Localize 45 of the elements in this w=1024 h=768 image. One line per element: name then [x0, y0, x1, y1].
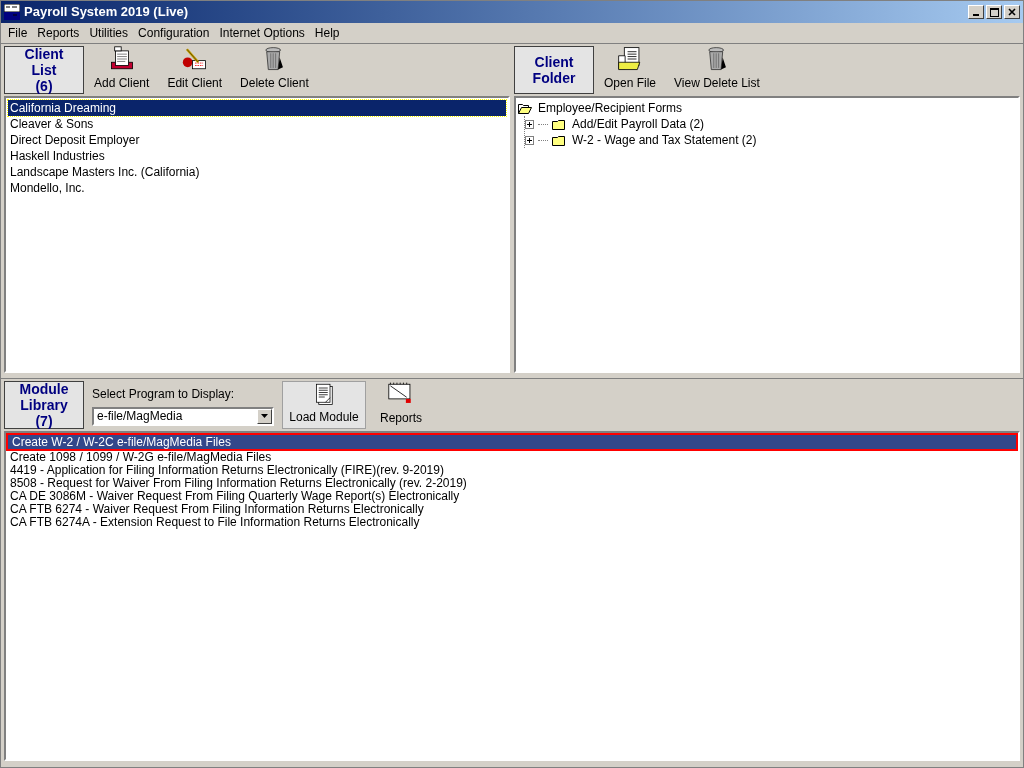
toolbar-button[interactable]: Reports — [368, 381, 434, 429]
minimize-button[interactable] — [968, 5, 984, 19]
menu-item[interactable]: Reports — [32, 24, 85, 42]
client-folder-title: Client Folder — [514, 46, 594, 94]
client-list-item[interactable]: Mondello, Inc. — [8, 180, 506, 196]
module-list-item[interactable]: CA DE 3086M - Waiver Request From Filing Quarterly Wage Report(s) Electronically — [6, 490, 1018, 503]
module-list-item[interactable]: CA FTB 6274A - Extension Request to File Information Returns Electronically — [6, 516, 1018, 529]
menu-item[interactable]: Configuration — [133, 24, 215, 42]
module-list-item[interactable]: 4419 - Application for Filing Information Returns Electronically (FIRE)(rev. 9-2019) — [6, 464, 1018, 477]
menu-item[interactable]: Utilities — [84, 24, 134, 42]
module-list-item[interactable]: 8508 - Request for Waiver From Filing Information Returns Electronically (rev. 2-2019) — [6, 477, 1018, 490]
tree-item[interactable]: Employee/Recipient Forms — [538, 99, 683, 117]
folder-icon — [552, 134, 566, 146]
folder-icon — [552, 118, 566, 130]
close-button[interactable] — [1004, 5, 1020, 19]
toolbar-button[interactable]: Edit Client — [159, 46, 231, 94]
app-icon — [4, 4, 20, 20]
expand-icon[interactable] — [525, 119, 534, 129]
client-list-item[interactable]: Direct Deposit Employer — [8, 132, 506, 148]
menu-item[interactable]: Help — [309, 24, 345, 42]
menu-item[interactable]: File — [3, 24, 33, 42]
client-list-item[interactable]: Cleaver & Sons — [8, 116, 506, 132]
expand-icon[interactable] — [525, 135, 534, 145]
program-dropdown[interactable]: e-file/MagMedia — [92, 406, 274, 426]
tree-item[interactable]: W-2 - Wage and Tax Statement (2) — [572, 131, 757, 149]
toolbar-button[interactable]: Load Module — [282, 381, 366, 429]
window-title: Payroll System 2019 (Live) — [24, 3, 190, 22]
menu-item[interactable]: Internet Options — [214, 24, 310, 42]
module-list-item[interactable]: Create W-2 / W-2C e-file/MagMedia Files — [6, 433, 1018, 451]
toolbar-button[interactable]: Add Client — [86, 46, 158, 94]
toolbar-button[interactable]: View Delete List — [666, 46, 768, 94]
client-list-item[interactable]: Landscape Masters Inc. (California) — [8, 164, 506, 180]
client-list-item[interactable]: California Dreaming — [8, 100, 506, 116]
maximize-button[interactable] — [986, 5, 1002, 19]
module-list-item[interactable]: Create 1098 / 1099 / W-2G e-file/MagMedia Files — [6, 451, 1018, 464]
module-list-item[interactable]: CA FTB 6274 - Waiver Request From Filing Information Returns Electronically — [6, 503, 1018, 516]
toolbar-button[interactable]: Delete Client — [232, 46, 317, 94]
maximize-icon — [989, 7, 999, 17]
close-icon — [1008, 8, 1016, 16]
module-library-title: Module Library (7) — [4, 381, 84, 429]
tree-item[interactable]: Add/Edit Payroll Data (2) — [572, 115, 705, 133]
client-list-title: Client List (6) — [4, 46, 84, 94]
toolbar-button[interactable]: Open File — [596, 46, 665, 94]
client-list-item[interactable]: Haskell Industries — [8, 148, 506, 164]
select-label: Select Program to Display: — [92, 385, 236, 403]
